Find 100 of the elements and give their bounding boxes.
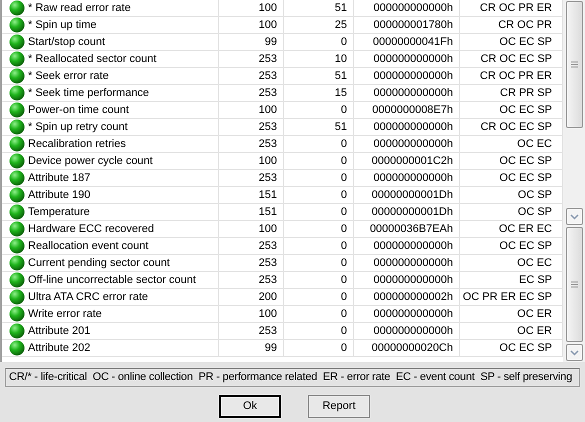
value-cell-text: 100 bbox=[258, 306, 277, 322]
flags-cell-text: OC ER EC bbox=[498, 222, 552, 237]
raw-value-cell-text: 00000000041Fh bbox=[372, 34, 453, 50]
attribute-name: Attribute 201 bbox=[28, 324, 90, 339]
worst-cell-text: 0 bbox=[340, 238, 347, 254]
worst-cell-text: 0 bbox=[340, 256, 347, 271]
attribute-name: * Reallocated sector count bbox=[28, 52, 156, 67]
status-ball-icon bbox=[9, 238, 25, 254]
raw-value-cell-text: 00000000020Ch bbox=[372, 340, 453, 356]
scrollbar[interactable] bbox=[563, 0, 585, 362]
flags-cell-text: CR OC PR ER bbox=[480, 0, 552, 16]
flags-cell-text: OC ER bbox=[517, 324, 552, 339]
attribute-name: Reallocation event count bbox=[28, 238, 148, 254]
attribute-name: Device power cycle count bbox=[28, 154, 153, 169]
worst-cell-text: 0 bbox=[340, 324, 347, 339]
attribute-name: Start/stop count bbox=[28, 34, 106, 50]
worst-cell-text: 0 bbox=[340, 222, 347, 237]
worst-cell-text: 0 bbox=[340, 290, 347, 305]
worst-cell-text: 0 bbox=[340, 340, 347, 356]
worst-cell-text: 51 bbox=[334, 68, 347, 84]
value-cell-text: 253 bbox=[258, 272, 277, 288]
attribute-name: Ultra ATA CRC error rate bbox=[28, 290, 148, 305]
flags-cell-text: OC ER bbox=[517, 306, 552, 322]
ok-button[interactable]: Ok bbox=[219, 395, 281, 418]
flags-cell-text: OC EC SP bbox=[499, 154, 552, 169]
flags-cell-text: CR OC EC SP bbox=[480, 52, 552, 67]
attribute-name: Write error rate bbox=[28, 306, 102, 322]
flags-cell-text: OC SP bbox=[518, 188, 552, 203]
status-ball-icon bbox=[9, 51, 25, 67]
attribute-name: * Spin up time bbox=[28, 18, 96, 33]
status-ball-icon bbox=[9, 153, 25, 169]
status-ball-icon bbox=[9, 323, 25, 339]
status-ball-icon bbox=[9, 221, 25, 237]
status-ball-icon bbox=[9, 289, 25, 305]
flags-cell-text: OC EC bbox=[517, 136, 552, 152]
worst-cell-text: 51 bbox=[334, 0, 347, 16]
worst-cell-text: 0 bbox=[340, 102, 347, 118]
status-ball-icon bbox=[9, 0, 25, 16]
attribute-name: * Seek time performance bbox=[28, 86, 150, 101]
status-ball-icon bbox=[9, 255, 25, 271]
status-ball-icon bbox=[9, 204, 25, 220]
report-button[interactable]: Report bbox=[308, 395, 370, 418]
worst-cell-text: 25 bbox=[334, 18, 347, 33]
grip-icon bbox=[570, 61, 578, 68]
status-ball-icon bbox=[9, 272, 25, 288]
value-cell-text: 100 bbox=[258, 154, 277, 169]
value-cell-text: 99 bbox=[264, 34, 277, 50]
worst-cell-text: 51 bbox=[334, 120, 347, 135]
status-ball-icon bbox=[9, 68, 25, 84]
chevron-down-icon bbox=[570, 214, 578, 220]
status-ball-icon bbox=[9, 170, 25, 186]
value-cell-text: 100 bbox=[258, 18, 277, 33]
raw-value-cell-text: 000000000000h bbox=[373, 52, 453, 67]
worst-cell-text: 15 bbox=[334, 86, 347, 101]
raw-value-cell-text: 000000000000h bbox=[373, 238, 453, 254]
attribute-name: * Seek error rate bbox=[28, 68, 109, 84]
value-cell-text: 253 bbox=[258, 120, 277, 135]
raw-value-cell-text: 0000000001C2h bbox=[372, 154, 453, 169]
raw-value-cell-text: 000000000000h bbox=[373, 86, 453, 101]
worst-cell-text: 0 bbox=[340, 154, 347, 169]
status-ball-icon bbox=[9, 119, 25, 135]
attribute-name: Attribute 202 bbox=[28, 340, 90, 356]
worst-cell-text: 0 bbox=[340, 188, 347, 203]
flags-cell-text: OC EC SP bbox=[499, 170, 552, 186]
attribute-name: Temperature bbox=[28, 204, 90, 220]
flags-cell-text: OC EC SP bbox=[499, 34, 552, 50]
raw-value-cell-text: 000000000000h bbox=[373, 256, 453, 271]
attribute-name: Attribute 190 bbox=[28, 188, 90, 203]
raw-value-cell-text: 000000000000h bbox=[373, 68, 453, 84]
worst-cell-text: 0 bbox=[340, 272, 347, 288]
raw-value-cell-text: 0000000008E7h bbox=[372, 102, 453, 118]
raw-value-cell-text: 000000000000h bbox=[373, 120, 453, 135]
flags-cell-text: OC EC SP bbox=[499, 238, 552, 254]
value-cell-text: 151 bbox=[258, 188, 277, 203]
raw-value-cell-text: 000000000000h bbox=[373, 306, 453, 322]
value-cell-text: 253 bbox=[258, 256, 277, 271]
grip-icon bbox=[570, 281, 578, 288]
attribute-name: Off-line uncorrectable sector count bbox=[28, 272, 196, 288]
value-cell-text: 151 bbox=[258, 204, 277, 220]
attribute-name: Attribute 187 bbox=[28, 170, 90, 186]
value-cell-text: 100 bbox=[258, 0, 277, 16]
worst-cell-text: 10 bbox=[334, 52, 347, 67]
flags-cell-text: CR OC EC SP bbox=[480, 120, 552, 135]
status-ball-icon bbox=[9, 102, 25, 118]
flags-cell-text: EC SP bbox=[518, 272, 552, 288]
attribute-name: Hardware ECC recovered bbox=[28, 222, 154, 237]
raw-value-cell-text: 00000000001Dh bbox=[372, 204, 453, 220]
raw-value-cell-text: 000000000002h bbox=[373, 290, 453, 305]
worst-cell-text: 0 bbox=[340, 170, 347, 186]
attribute-name: Recalibration retries bbox=[28, 136, 126, 152]
value-cell-text: 253 bbox=[258, 86, 277, 101]
attribute-name: * Spin up retry count bbox=[28, 120, 128, 135]
attribute-name: * Raw read error rate bbox=[28, 0, 131, 16]
value-cell-text: 253 bbox=[258, 170, 277, 186]
status-ball-icon bbox=[9, 85, 25, 101]
status-ball-icon bbox=[9, 187, 25, 203]
status-ball-icon bbox=[9, 340, 25, 356]
value-cell-text: 253 bbox=[258, 68, 277, 84]
value-cell-text: 99 bbox=[264, 340, 277, 356]
status-ball-icon bbox=[9, 17, 25, 33]
